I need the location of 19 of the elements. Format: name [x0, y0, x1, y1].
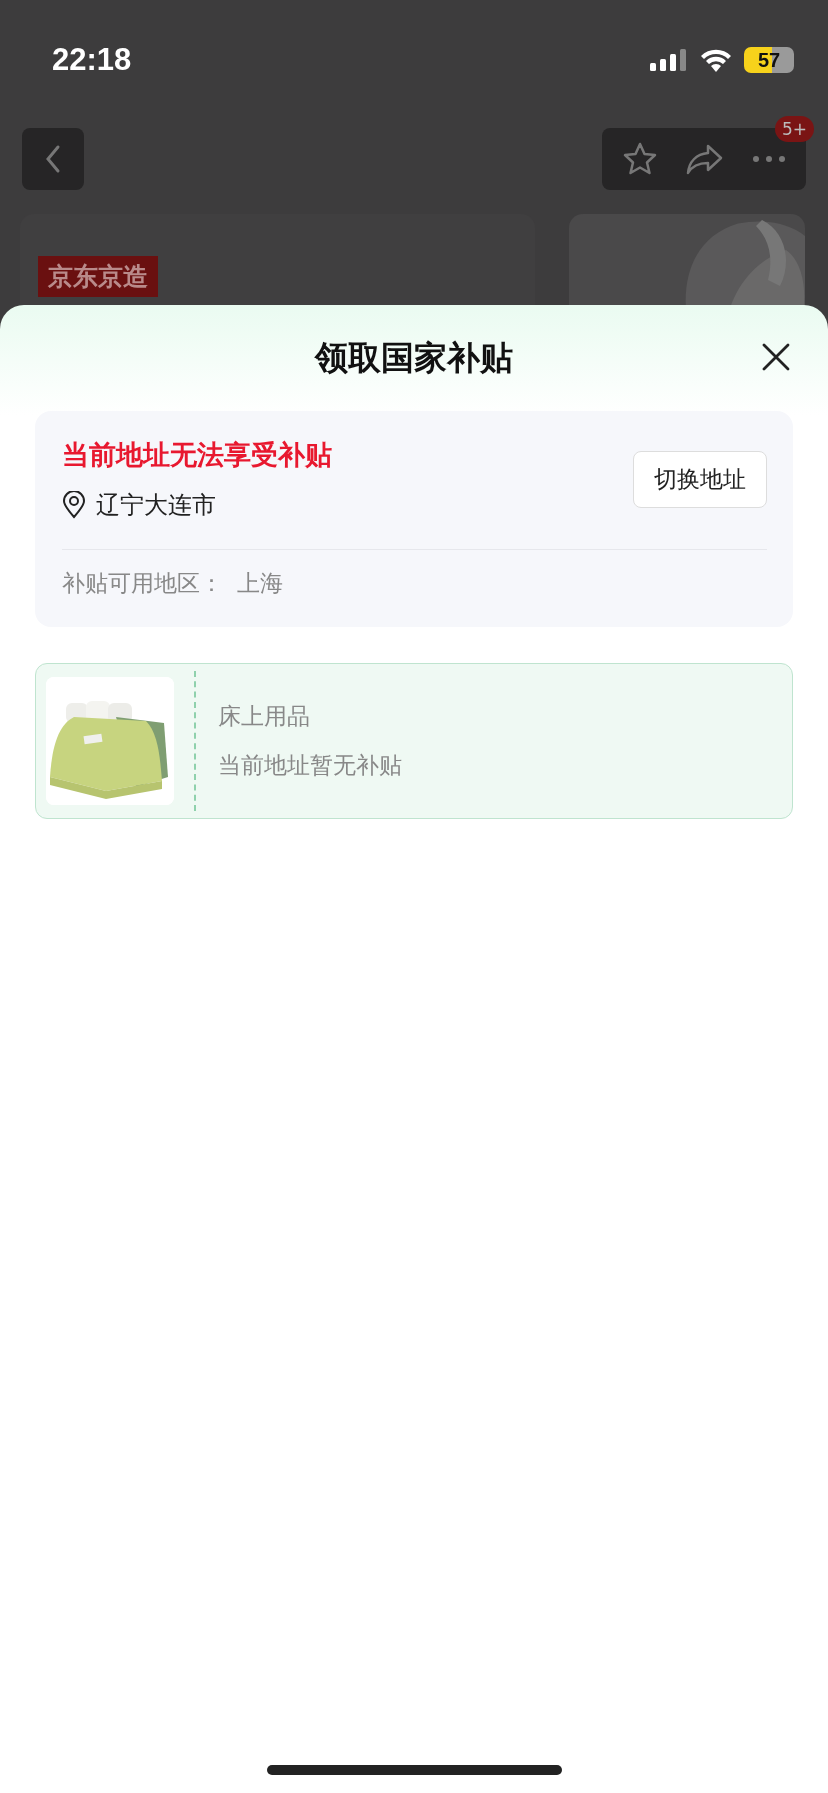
regions-label: 补贴可用地区：	[62, 569, 223, 598]
back-button[interactable]	[22, 128, 84, 190]
product-category: 床上用品	[218, 702, 311, 731]
notification-badge: 5+	[774, 116, 814, 142]
location-pin-icon	[62, 491, 86, 519]
star-icon[interactable]	[622, 141, 658, 177]
regions-value: 上海	[237, 569, 283, 598]
subsidy-status: 当前地址暂无补贴	[218, 751, 402, 780]
more-icon[interactable]	[752, 155, 786, 163]
close-icon[interactable]	[761, 342, 791, 372]
brand-tag: 京东京造	[38, 256, 158, 297]
switch-address-button[interactable]: 切换地址	[633, 450, 767, 508]
wifi-icon	[700, 48, 732, 72]
status-time: 22:18	[52, 42, 132, 78]
signal-icon	[650, 49, 688, 71]
sheet-title: 领取国家补贴	[315, 336, 513, 379]
warning-text: 当前地址无法享受补贴	[62, 438, 332, 472]
current-address: 辽宁大连市	[96, 490, 216, 521]
share-icon[interactable]	[686, 143, 724, 175]
